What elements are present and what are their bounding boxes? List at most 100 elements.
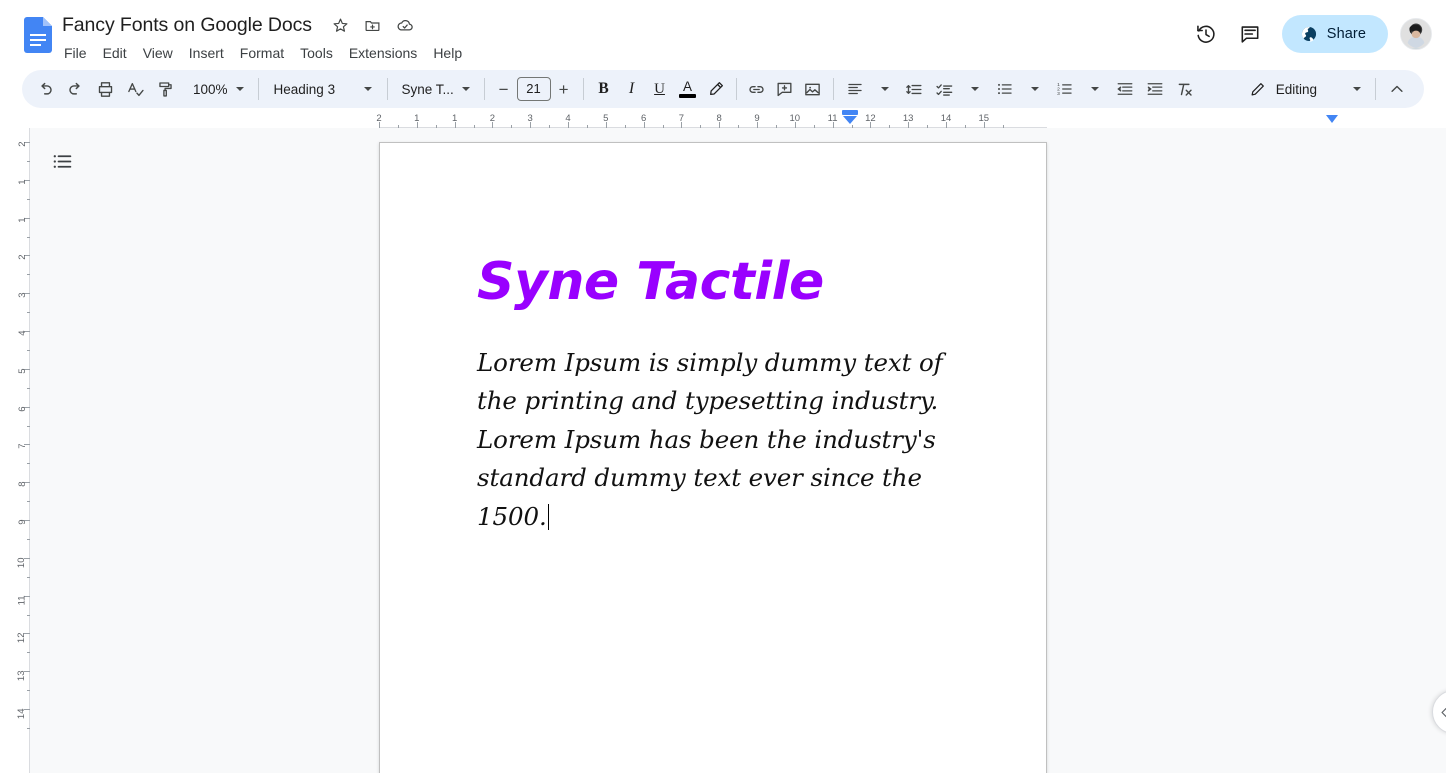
- avatar[interactable]: [1400, 18, 1432, 50]
- zoom-control[interactable]: 100%: [183, 74, 252, 104]
- bulleted-list-dropdown-caret[interactable]: [1020, 74, 1050, 104]
- insert-image-icon[interactable]: [799, 75, 827, 103]
- ruler-tick-label: 4: [17, 331, 28, 336]
- ruler-tick-label: 10: [17, 557, 28, 568]
- divider: [258, 78, 259, 100]
- ruler-tick-label: 14: [941, 113, 952, 124]
- add-comment-icon[interactable]: [771, 75, 799, 103]
- text-color-swatch: [679, 94, 696, 98]
- font-size-input[interactable]: 21: [517, 77, 551, 101]
- paragraph-style-dropdown[interactable]: Heading 3: [265, 74, 381, 104]
- globe-icon: [1300, 25, 1318, 43]
- ruler-tick-label: 9: [754, 113, 759, 124]
- cloud-saved-icon[interactable]: [392, 12, 418, 38]
- google-docs-logo-icon[interactable]: [24, 17, 52, 53]
- highlight-pen-icon[interactable]: [702, 75, 730, 103]
- divider: [387, 78, 388, 100]
- side-panel-toggle[interactable]: [1432, 690, 1446, 734]
- underline-button[interactable]: U: [646, 75, 674, 103]
- chevron-down-icon: [881, 87, 889, 91]
- insert-link-icon[interactable]: [743, 75, 771, 103]
- ruler-tick-label: 9: [17, 520, 28, 525]
- star-icon[interactable]: [328, 12, 354, 38]
- document-outline-icon[interactable]: [42, 141, 82, 181]
- chevron-down-icon: [462, 87, 470, 91]
- menu-item-edit[interactable]: Edit: [95, 41, 135, 65]
- chevron-down-icon: [364, 87, 372, 91]
- ruler-tick-label: 6: [641, 113, 646, 124]
- document-heading: Syne Tactile: [477, 255, 957, 310]
- ruler-tick-label: 2: [490, 113, 495, 124]
- page-title[interactable]: Fancy Fonts on Google Docs: [62, 12, 312, 38]
- increase-indent-icon[interactable]: [1140, 74, 1170, 104]
- menu-item-insert[interactable]: Insert: [181, 41, 232, 65]
- ruler-tick-label: 3: [528, 113, 533, 124]
- document-page[interactable]: Syne Tactile Lorem Ipsum is simply dummy…: [379, 142, 1047, 773]
- menu-item-help[interactable]: Help: [425, 41, 470, 65]
- formatting-toolbar: 100% Heading 3 Syne T... − 21 + B I U A: [22, 70, 1424, 108]
- version-history-icon[interactable]: [1186, 14, 1226, 54]
- text-color-label: A: [683, 81, 692, 93]
- horizontal-ruler[interactable]: 21123456789101112131415: [0, 110, 1446, 128]
- chevron-down-icon: [236, 87, 244, 91]
- checklist-dropdown-caret[interactable]: [960, 74, 990, 104]
- menu-item-view[interactable]: View: [135, 41, 181, 65]
- underline-label: U: [654, 81, 665, 98]
- ruler-tick-label: 11: [828, 113, 838, 124]
- italic-button[interactable]: I: [618, 75, 646, 103]
- ruler-tick-label: 6: [17, 406, 28, 411]
- align-dropdown-caret[interactable]: [870, 74, 900, 104]
- ruler-tick-label: 12: [17, 633, 28, 644]
- redo-icon[interactable]: [60, 74, 90, 104]
- ruler-tick-label: 2: [17, 255, 28, 260]
- font-family-value: Syne T...: [402, 82, 454, 97]
- align-left-icon[interactable]: [840, 74, 870, 104]
- decrease-font-size-button[interactable]: −: [491, 76, 517, 102]
- undo-icon[interactable]: [30, 74, 60, 104]
- numbered-list-dropdown-caret[interactable]: [1080, 74, 1110, 104]
- document-content[interactable]: Syne Tactile Lorem Ipsum is simply dummy…: [477, 255, 957, 536]
- checklist-icon[interactable]: [930, 74, 960, 104]
- header-right-actions: Share: [1186, 14, 1432, 54]
- ruler-tick-label: 7: [17, 444, 28, 449]
- google-docs-app: Fancy Fonts on Google Docs: [0, 0, 1446, 773]
- ruler-tick-label: 10: [790, 113, 801, 124]
- line-spacing-icon[interactable]: [900, 74, 930, 104]
- clear-formatting-icon[interactable]: [1170, 74, 1200, 104]
- horizontal-ruler-track[interactable]: 21123456789101112131415: [379, 110, 1047, 128]
- print-icon[interactable]: [90, 74, 120, 104]
- menu-item-format[interactable]: Format: [232, 41, 292, 65]
- menu-item-file[interactable]: File: [56, 41, 95, 65]
- ruler-tick-label: 7: [679, 113, 684, 124]
- divider: [583, 78, 584, 100]
- menu-bar: File Edit View Insert Format Tools Exten…: [56, 41, 470, 65]
- increase-font-size-button[interactable]: +: [551, 76, 577, 102]
- editing-mode-label: Editing: [1276, 82, 1317, 97]
- ruler-tick-label: 2: [17, 142, 28, 147]
- collapse-toolbar-button[interactable]: [1382, 74, 1412, 104]
- text-color-button[interactable]: A: [674, 75, 702, 103]
- right-indent-marker[interactable]: [1326, 115, 1338, 123]
- share-button[interactable]: Share: [1282, 15, 1388, 53]
- spellcheck-icon[interactable]: [120, 74, 150, 104]
- editing-mode-control[interactable]: Editing: [1239, 74, 1369, 104]
- vertical-ruler[interactable]: 211234567891011121314: [8, 128, 30, 773]
- bulleted-list-icon[interactable]: [990, 74, 1020, 104]
- chevron-down-icon: [1031, 87, 1039, 91]
- ruler-tick-label: 3: [17, 293, 28, 298]
- menu-item-extensions[interactable]: Extensions: [341, 41, 425, 65]
- bold-button[interactable]: B: [590, 75, 618, 103]
- move-to-folder-icon[interactable]: [360, 12, 386, 38]
- comment-history-icon[interactable]: [1230, 14, 1270, 54]
- paint-format-icon[interactable]: [150, 74, 180, 104]
- ruler-tick-label: 13: [903, 113, 914, 124]
- ruler-tick-label: 12: [865, 113, 876, 124]
- font-family-dropdown[interactable]: Syne T...: [394, 74, 478, 104]
- title-action-icons: [328, 12, 418, 38]
- numbered-list-icon[interactable]: 1 2 3: [1050, 74, 1080, 104]
- menu-item-tools[interactable]: Tools: [292, 41, 341, 65]
- text-cursor: [548, 504, 550, 530]
- chevron-left-icon: [1438, 706, 1446, 719]
- share-button-label: Share: [1327, 26, 1366, 42]
- decrease-indent-icon[interactable]: [1110, 74, 1140, 104]
